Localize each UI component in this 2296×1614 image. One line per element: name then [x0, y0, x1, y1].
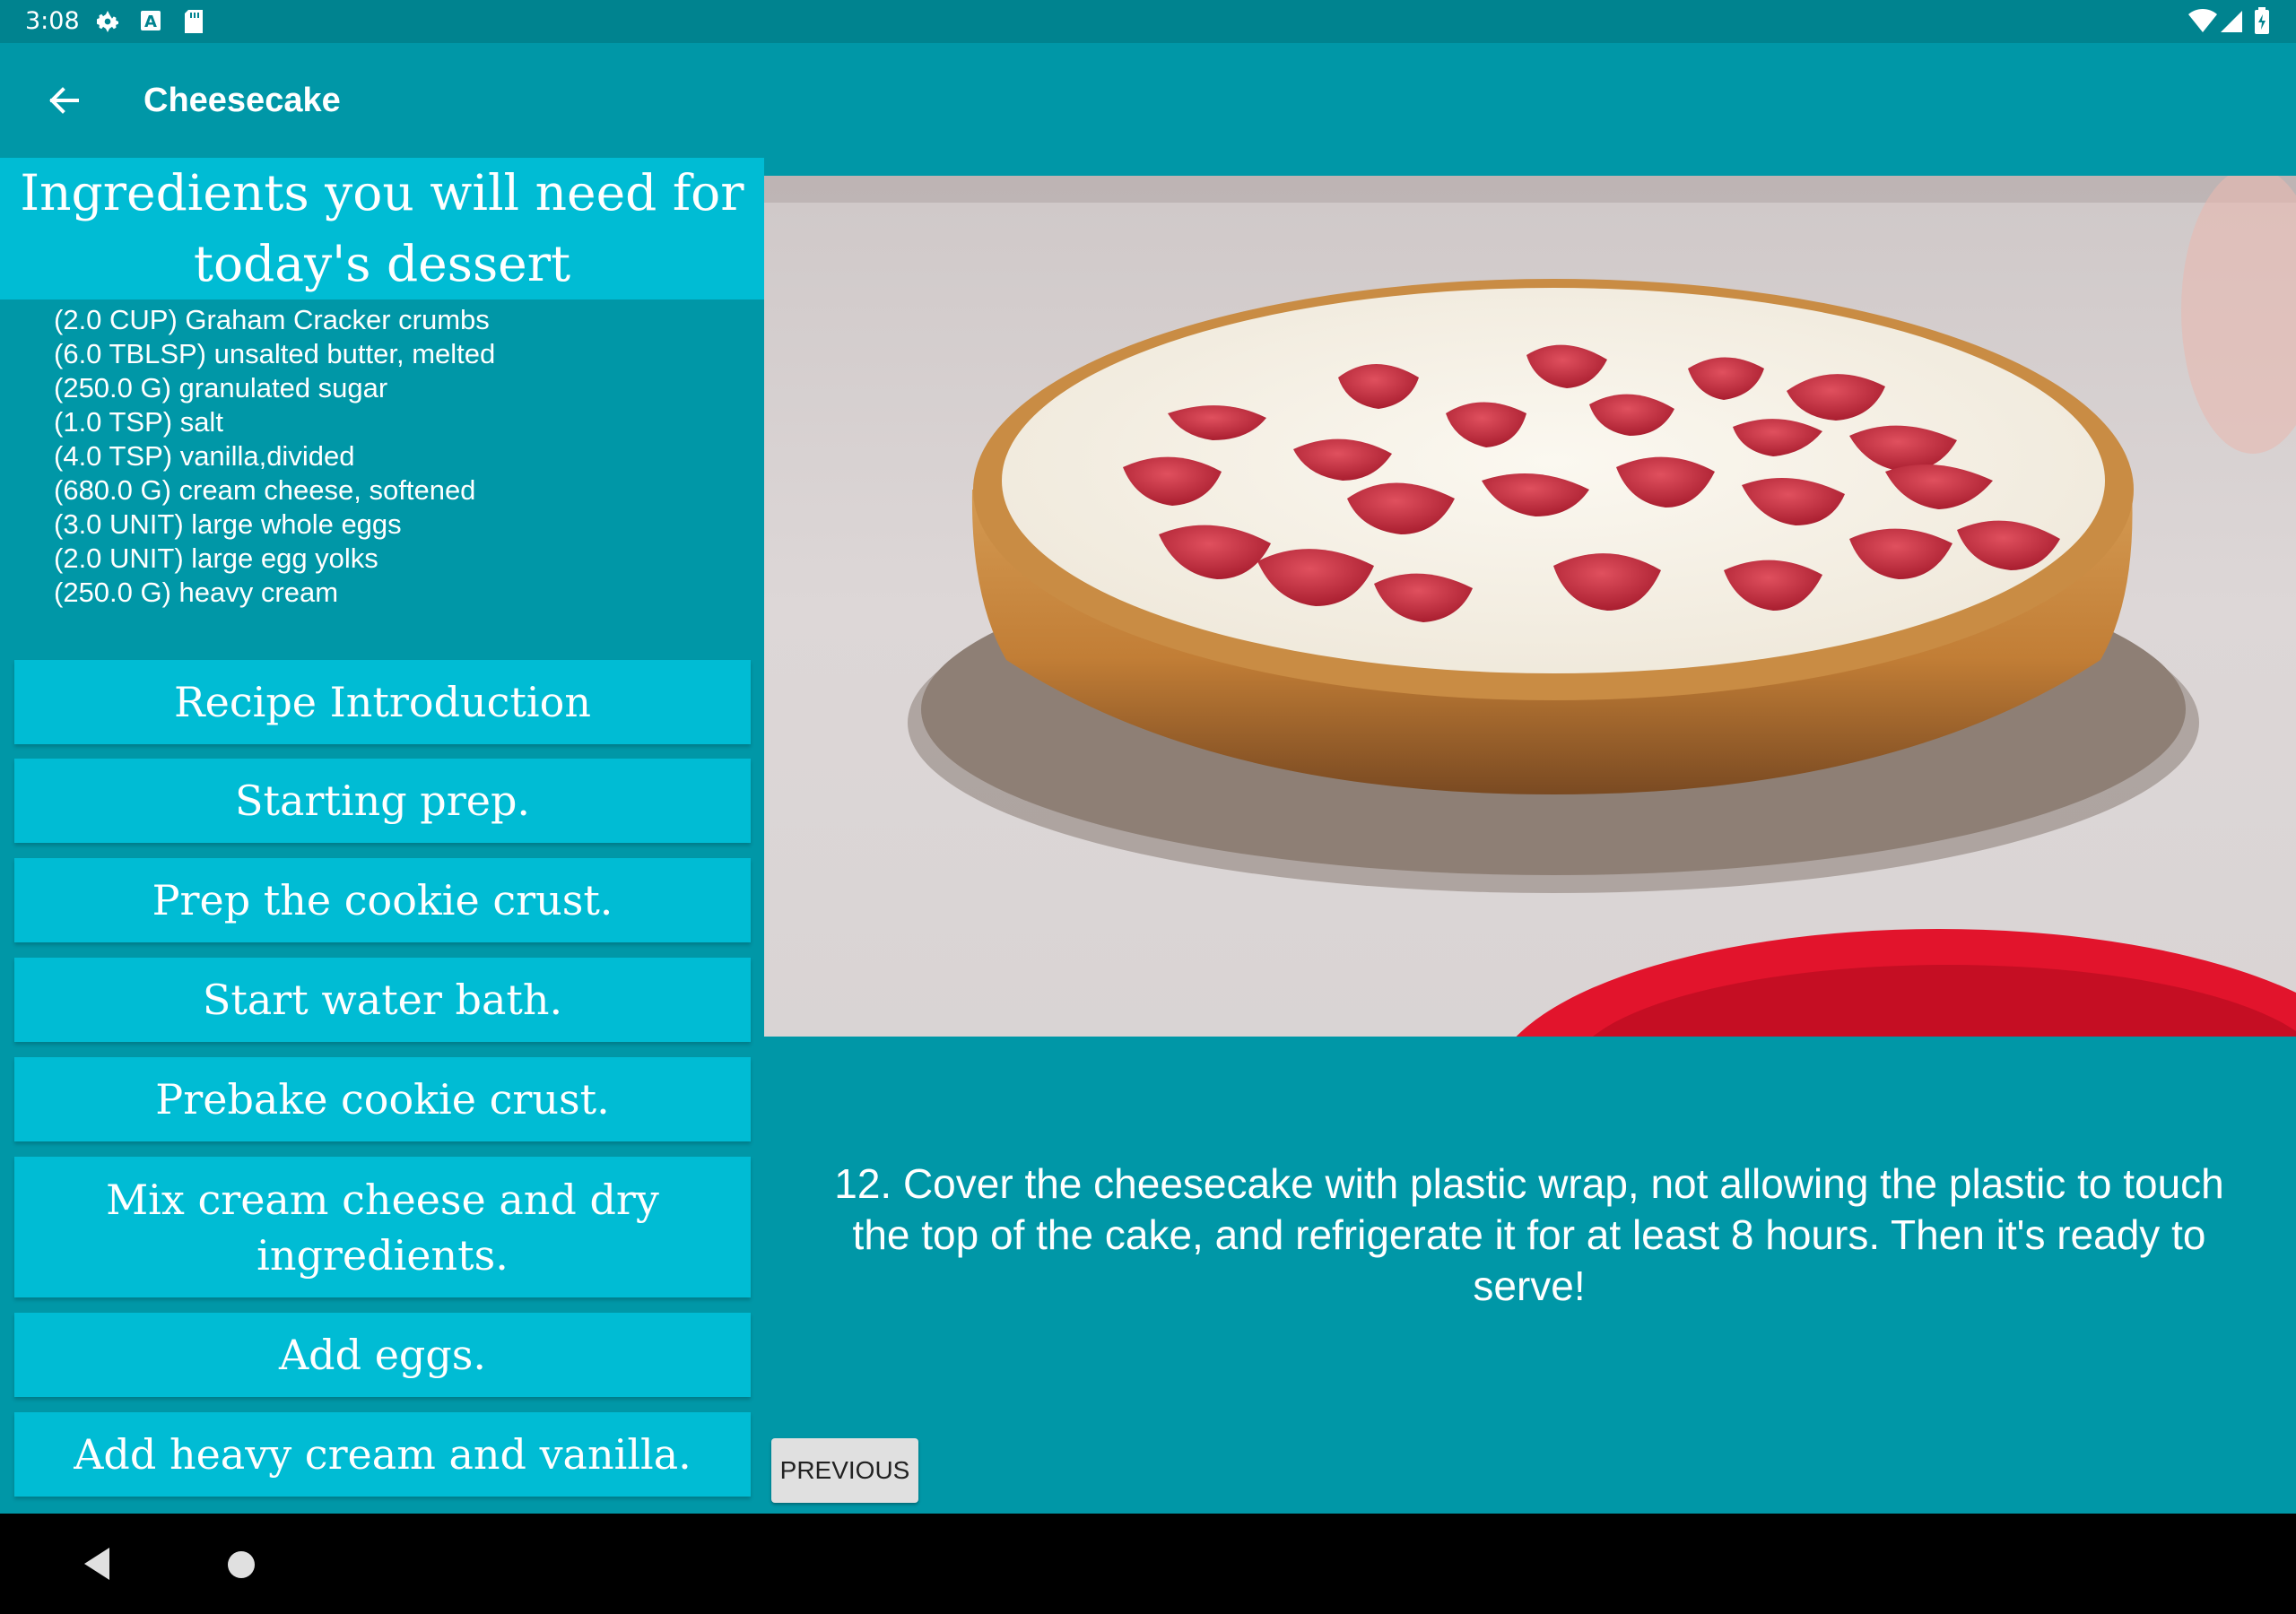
- step-button-starting-prep[interactable]: Starting prep.: [14, 759, 751, 843]
- step-label: Recipe Introduction: [174, 678, 591, 726]
- ingredient-item: (680.0 G) cream cheese, softened: [54, 474, 476, 506]
- text-a-icon: A: [140, 10, 161, 35]
- step-image: [764, 176, 2296, 1037]
- ingredient-item: (250.0 G) heavy cream: [54, 577, 339, 608]
- navigation-bar: [0, 1514, 2296, 1614]
- step-button-start-water-bath[interactable]: Start water bath.: [14, 958, 751, 1042]
- app-bar: Cheesecake: [0, 43, 2296, 158]
- nav-home-icon[interactable]: [228, 1551, 255, 1578]
- step-button-prep-cookie-crust[interactable]: Prep the cookie crust.: [14, 858, 751, 942]
- ingredient-item: (250.0 G) granulated sugar: [54, 372, 388, 404]
- step-button-add-eggs[interactable]: Add eggs.: [14, 1313, 751, 1397]
- step-label: Add heavy cream and vanilla.: [74, 1430, 691, 1479]
- ingredient-item: (2.0 UNIT) large egg yolks: [54, 542, 378, 574]
- ingredient-item: (2.0 CUP) Graham Cracker crumbs: [54, 304, 490, 335]
- ingredient-list: (2.0 CUP) Graham Cracker crumbs (6.0 TBL…: [54, 303, 753, 610]
- step-label: Add eggs.: [278, 1331, 487, 1379]
- step-label: Start water bath.: [202, 976, 563, 1024]
- svg-text:A: A: [144, 13, 157, 31]
- ingredients-header: Ingredients you will need for today's de…: [0, 158, 764, 299]
- step-button-prebake-cookie-crust[interactable]: Prebake cookie crust.: [14, 1057, 751, 1141]
- previous-button[interactable]: PREVIOUS: [771, 1438, 918, 1503]
- left-pane: Ingredients you will need for today's de…: [0, 158, 764, 1514]
- page-title: Cheesecake: [144, 82, 341, 119]
- back-button[interactable]: [34, 75, 97, 126]
- wifi-icon: [2188, 9, 2217, 38]
- ingredient-item: (6.0 TBLSP) unsalted butter, melted: [54, 338, 496, 369]
- ingredient-item: (3.0 UNIT) large whole eggs: [54, 508, 402, 540]
- step-description: 12. Cover the cheesecake with plastic wr…: [834, 1160, 2224, 1309]
- step-button-mix-cream-cheese[interactable]: Mix cream cheese and dry ingredients.: [14, 1157, 751, 1297]
- ingredient-item: (1.0 TSP) salt: [54, 406, 223, 438]
- settings-icon: [93, 7, 122, 39]
- signal-icon: [2221, 9, 2242, 38]
- step-label: Mix cream cheese and dry ingredients.: [106, 1175, 659, 1280]
- battery-icon: [2255, 7, 2269, 38]
- sd-card-icon: [183, 9, 204, 38]
- arrow-back-icon: [49, 87, 79, 114]
- status-time: 3:08: [25, 7, 80, 35]
- step-label: Prebake cookie crust.: [155, 1075, 610, 1124]
- step-label: Starting prep.: [234, 777, 531, 825]
- ingredient-item: (4.0 TSP) vanilla,divided: [54, 440, 355, 472]
- nav-back-icon[interactable]: [83, 1546, 111, 1585]
- step-label: Prep the cookie crust.: [152, 876, 613, 924]
- step-button-recipe-introduction[interactable]: Recipe Introduction: [14, 660, 751, 744]
- status-bar: 3:08 A: [0, 0, 2296, 43]
- step-button-add-heavy-cream[interactable]: Add heavy cream and vanilla.: [14, 1412, 751, 1497]
